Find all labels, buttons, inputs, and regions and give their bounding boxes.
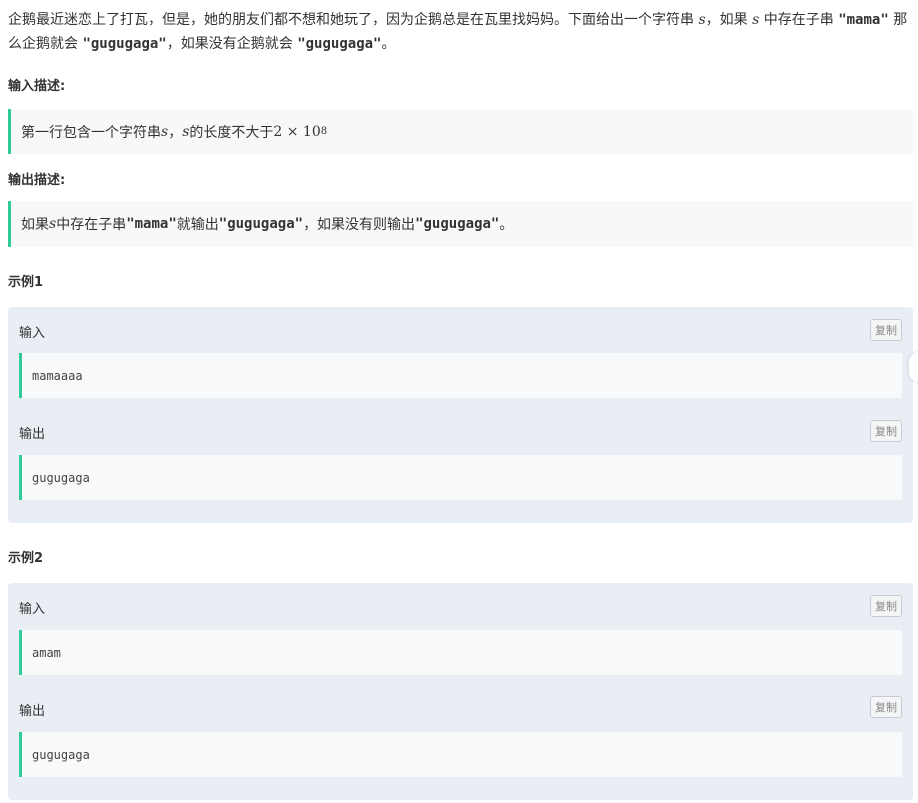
output-desc-text: 。 xyxy=(499,217,514,233)
inline-code: "gugugaga" xyxy=(82,36,167,52)
example-1-box: 输入 复制 mamaaaa 输出 复制 gugugaga xyxy=(8,307,913,523)
example-2-title: 示例2 xyxy=(8,551,44,566)
input-description-block: 第一行包含一个字符串 s， s 的长度不大于 2 × 10 8 xyxy=(8,109,913,154)
input-description-heading: 输入描述: xyxy=(8,79,66,94)
example-2-box: 输入 复制 amam 输出 复制 gugugaga xyxy=(8,583,913,800)
desc-text: 。 xyxy=(381,36,396,52)
math-exponent: 8 xyxy=(320,126,328,137)
copy-output-button[interactable]: 复制 xyxy=(870,696,902,718)
var-s: s xyxy=(182,123,190,140)
example-1-input-label: 输入 xyxy=(19,326,46,341)
inline-code: "gugugaga" xyxy=(218,216,304,232)
output-description-block: 如果 s 中存在子串 "mama" 就输出 "gugugaga" ，如果没有则输出… xyxy=(8,201,913,247)
var-s: s xyxy=(698,12,706,28)
input-desc-text: 的长度不大于 xyxy=(189,124,274,141)
input-desc-text: ， xyxy=(168,124,183,141)
output-desc-text: 中存在子串 xyxy=(56,217,127,233)
inline-code: "gugugaga" xyxy=(415,216,500,232)
example-2-output-label: 输出 xyxy=(19,704,46,719)
output-desc-text: 就输出 xyxy=(176,217,219,233)
output-desc-text: ，如果没有则输出 xyxy=(303,217,416,233)
example-2-input-code: amam xyxy=(19,630,902,675)
example-1-output-label: 输出 xyxy=(19,427,46,442)
var-s: s xyxy=(161,123,169,140)
math-base: 2 × 10 xyxy=(273,123,321,140)
desc-text: ，如果 xyxy=(705,12,753,28)
copy-output-button[interactable]: 复制 xyxy=(870,420,902,442)
example-2-input-label: 输入 xyxy=(19,602,46,617)
example-1-title: 示例1 xyxy=(8,275,44,290)
desc-text: 企鹅最近迷恋上了打瓦，但是，她的朋友们都不想和她玩了，因为企鹅总是在瓦里找妈妈。… xyxy=(8,12,699,28)
inline-code: "mama" xyxy=(126,216,177,232)
desc-text: ，如果没有企鹅就会 xyxy=(166,36,298,52)
problem-description: 企鹅最近迷恋上了打瓦，但是，她的朋友们都不想和她玩了，因为企鹅总是在瓦里找妈妈。… xyxy=(8,8,908,56)
output-description-heading: 输出描述: xyxy=(8,173,66,188)
side-floating-tab[interactable] xyxy=(909,352,918,382)
input-desc-text: 第一行包含一个字符串 xyxy=(21,124,161,141)
var-s: s xyxy=(49,216,57,232)
inline-code: "mama" xyxy=(838,12,889,28)
example-2-output-code: gugugaga xyxy=(19,732,902,777)
copy-input-button[interactable]: 复制 xyxy=(870,595,902,617)
example-1-input-code: mamaaaa xyxy=(19,353,902,398)
output-desc-text: 如果 xyxy=(21,217,49,233)
desc-text: 中存在子串 xyxy=(759,12,839,28)
inline-code: "gugugaga" xyxy=(297,36,382,52)
example-1-output-code: gugugaga xyxy=(19,455,902,500)
copy-input-button[interactable]: 复制 xyxy=(870,319,902,341)
